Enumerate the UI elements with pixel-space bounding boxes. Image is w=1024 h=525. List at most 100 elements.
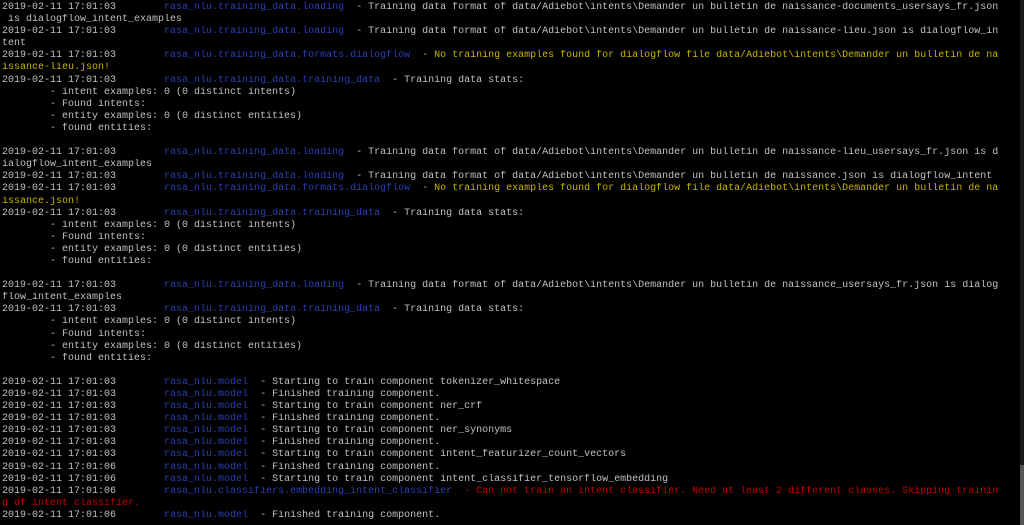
log-padding (116, 280, 164, 291)
log-timestamp: 2019-02-11 17:01:03 (2, 389, 117, 400)
log-timestamp: 2019-02-11 17:01:03 (2, 2, 117, 13)
log-line: 2019-02-11 17:01:03 rasa_nlu.model - Fin… (2, 437, 1020, 449)
log-message: ialogflow_intent_examples (2, 159, 153, 171)
log-message: - Found intents: (2, 98, 147, 110)
log-timestamp: 2019-02-11 17:01:03 (2, 413, 117, 425)
log-padding (116, 50, 164, 61)
log-logger-name: rasa_nlu.model (164, 461, 249, 473)
log-timestamp: 2019-02-11 17:01:03 (2, 304, 117, 316)
log-message: Finished training component. (272, 413, 441, 425)
log-line: - intent examples: 0 (0 distinct intents… (2, 87, 1020, 99)
terminal-window[interactable]: 2019-02-11 17:01:03 rasa_nlu.training_da… (0, 0, 1020, 525)
log-line: 2019-02-11 17:01:06 rasa_nlu.model - Fin… (2, 462, 1020, 474)
log-line: 2019-02-11 17:01:06 rasa_nlu.model - Fin… (2, 510, 1020, 522)
log-padding (116, 510, 164, 521)
log-separator: - (248, 389, 273, 400)
log-separator: - (248, 413, 273, 425)
log-padding (116, 425, 164, 436)
log-line: - Found intents: (2, 232, 1020, 244)
log-separator: - (248, 461, 273, 473)
log-message: Training data format of data/Adiebot\int… (368, 171, 993, 183)
log-timestamp: 2019-02-11 17:01:06 (2, 461, 117, 473)
log-message: Finished training component. (272, 389, 441, 400)
log-logger-name: rasa_nlu.model (164, 473, 249, 485)
terminal-output: 2019-02-11 17:01:03 rasa_nlu.training_da… (2, 2, 1020, 522)
log-logger-name: rasa_nlu.training_data.loading (164, 2, 345, 13)
log-timestamp: 2019-02-11 17:01:03 (2, 26, 117, 38)
log-padding (116, 147, 164, 158)
log-line: 2019-02-11 17:01:03 rasa_nlu.training_da… (2, 26, 1020, 38)
log-message: - found entities: (2, 255, 153, 267)
log-padding (116, 208, 164, 219)
scrollbar-thumb[interactable] (1020, 465, 1024, 525)
log-line: - found entities: (2, 353, 1020, 365)
log-line: 2019-02-11 17:01:03 rasa_nlu.training_da… (2, 183, 1020, 195)
log-separator: - (344, 26, 369, 38)
log-separator: - (380, 207, 405, 219)
log-line: 2019-02-11 17:01:03 rasa_nlu.training_da… (2, 280, 1020, 292)
vertical-scrollbar[interactable] (1020, 0, 1024, 525)
log-line: 2019-02-11 17:01:03 rasa_nlu.training_da… (2, 2, 1020, 14)
log-line: g of intent classifier. (2, 498, 1020, 510)
log-message: Training data stats: (404, 74, 525, 86)
log-logger-name: rasa_nlu.training_data.training_data (164, 207, 381, 219)
log-logger-name: rasa_nlu.training_data.loading (164, 26, 345, 38)
log-message: g of intent classifier. (2, 497, 141, 509)
log-separator: - (410, 50, 435, 62)
log-message: Training data stats: (404, 207, 525, 219)
log-message: Finished training component. (272, 509, 441, 521)
log-logger-name: rasa_nlu.model (164, 449, 249, 461)
log-logger-name: rasa_nlu.training_data.loading (164, 171, 345, 183)
log-line: is dialogflow_intent_examples (2, 14, 1020, 26)
log-line: - found entities: (2, 123, 1020, 135)
log-message: Starting to train component intent_class… (272, 473, 669, 485)
log-line: - entity examples: 0 (0 distinct entitie… (2, 111, 1020, 123)
log-message: Starting to train component tokenizer_wh… (272, 376, 561, 388)
log-logger-name: rasa_nlu.model (164, 389, 249, 400)
log-message: No training examples found for dialogflo… (434, 183, 999, 195)
log-line: 2019-02-11 17:01:03 rasa_nlu.model - Sta… (2, 377, 1020, 389)
log-timestamp: 2019-02-11 17:01:03 (2, 376, 117, 388)
log-line: 2019-02-11 17:01:03 rasa_nlu.model - Fin… (2, 413, 1020, 425)
log-timestamp: 2019-02-11 17:01:03 (2, 171, 117, 183)
log-line: - intent examples: 0 (0 distinct intents… (2, 316, 1020, 328)
log-padding (116, 449, 164, 460)
log-padding (116, 75, 164, 86)
log-separator: - (380, 74, 405, 86)
log-line: issance-lieu.json! (2, 62, 1020, 74)
log-message: Finished training component. (272, 461, 441, 473)
log-logger-name: rasa_nlu.training_data.formats.dialogflo… (164, 50, 411, 62)
log-separator: - (248, 376, 273, 388)
log-line: 2019-02-11 17:01:03 rasa_nlu.model - Sta… (2, 401, 1020, 413)
log-line: 2019-02-11 17:01:03 rasa_nlu.training_da… (2, 208, 1020, 220)
log-message: - entity examples: 0 (0 distinct entitie… (2, 340, 303, 352)
log-message: Training data format of data/Adiebot\int… (368, 280, 999, 292)
log-separator: - (248, 437, 273, 449)
log-line: 2019-02-11 17:01:03 rasa_nlu.model - Sta… (2, 425, 1020, 437)
log-line: 2019-02-11 17:01:03 rasa_nlu.training_da… (2, 75, 1020, 87)
log-message: - entity examples: 0 (0 distinct entitie… (2, 243, 303, 255)
log-line: - Found intents: (2, 99, 1020, 111)
log-logger-name: rasa_nlu.model (164, 509, 249, 521)
log-message: is dialogflow_intent_examples (2, 14, 183, 26)
log-timestamp: 2019-02-11 17:01:03 (2, 50, 117, 62)
log-separator: - (344, 2, 369, 13)
log-timestamp: 2019-02-11 17:01:03 (2, 280, 117, 292)
log-timestamp: 2019-02-11 17:01:03 (2, 401, 117, 413)
log-message: issance-lieu.json! (2, 62, 111, 74)
log-timestamp: 2019-02-11 17:01:06 (2, 473, 117, 485)
log-message: - Found intents: (2, 231, 147, 243)
log-padding (116, 462, 164, 473)
log-separator: - (248, 473, 273, 485)
log-padding (116, 474, 164, 485)
log-line: 2019-02-11 17:01:06 rasa_nlu.classifiers… (2, 486, 1020, 498)
log-message: No training examples found for dialogflo… (434, 50, 999, 62)
log-message: Starting to train component ner_synonyms (272, 425, 513, 437)
log-separator: - (344, 171, 369, 183)
log-timestamp: 2019-02-11 17:01:03 (2, 437, 117, 449)
log-message: Finished training component. (272, 437, 441, 449)
log-logger-name: rasa_nlu.model (164, 401, 249, 413)
log-separator: - (248, 401, 273, 413)
log-line: issance.json! (2, 196, 1020, 208)
